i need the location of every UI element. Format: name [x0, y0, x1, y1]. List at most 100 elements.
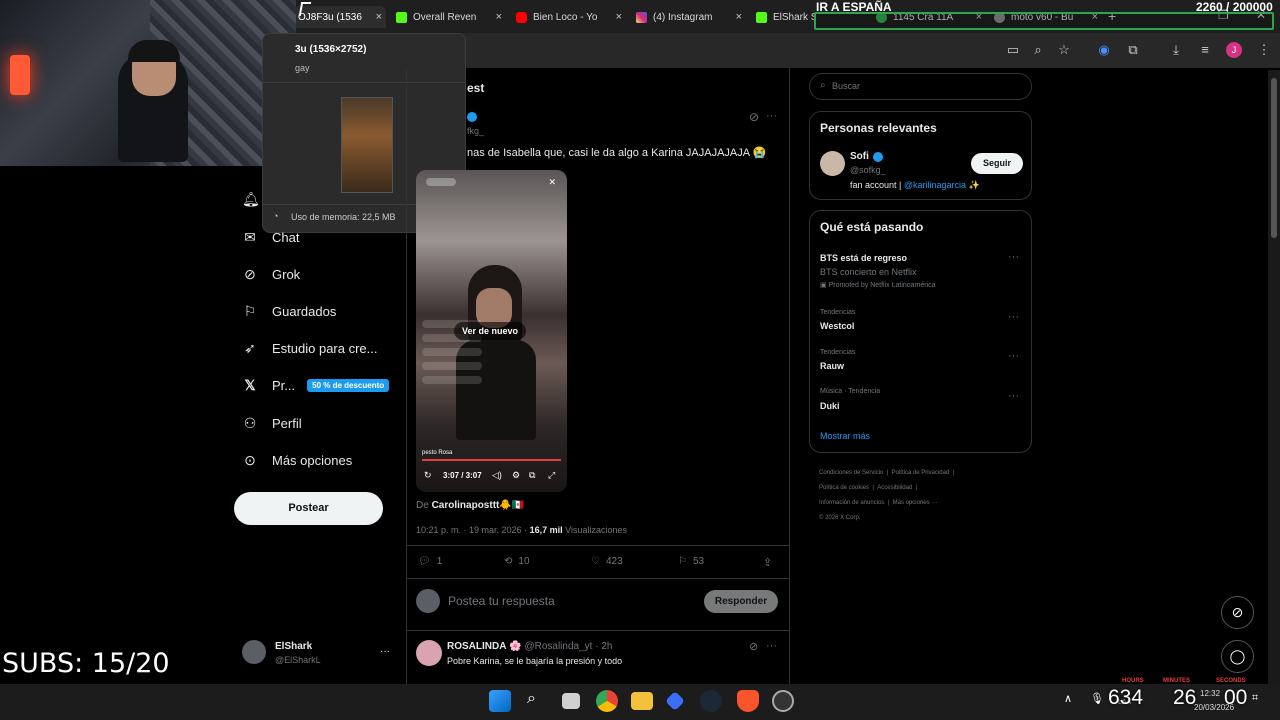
nav-mas-opciones[interactable]: ⊙ Más opciones: [242, 452, 352, 468]
trend-context: Música · Tendencia: [820, 388, 881, 395]
bookmark-icon: ⚐: [678, 556, 687, 567]
trend-name[interactable]: Rauw: [820, 361, 844, 371]
media-icon[interactable]: ≡: [1197, 42, 1213, 58]
menu-icon[interactable]: ⋮: [1256, 42, 1272, 58]
trend-name[interactable]: BTS está de regreso: [820, 253, 907, 263]
avatar[interactable]: [416, 640, 442, 666]
chatgpt-icon[interactable]: [772, 690, 794, 712]
tab-youtube[interactable]: Bien Loco - Yo ×: [516, 6, 626, 28]
volume-icon[interactable]: ◁): [492, 470, 502, 481]
nav-guardados[interactable]: ⚐ Guardados: [242, 303, 337, 319]
nav-estudio[interactable]: ➶ Estudio para cre...: [242, 340, 377, 356]
follow-button[interactable]: Seguir: [971, 153, 1023, 174]
avatar[interactable]: [242, 640, 266, 664]
more-icon[interactable]: ···: [766, 110, 777, 122]
grok-icon[interactable]: ⊘: [749, 110, 759, 124]
account-more-icon[interactable]: ···: [380, 646, 390, 657]
extensions-icon[interactable]: ⧉: [1125, 42, 1141, 58]
settings-icon[interactable]: ⚙: [512, 470, 520, 481]
download-icon[interactable]: ⤓: [1168, 42, 1184, 58]
user-name[interactable]: Sofi: [850, 151, 883, 162]
trend-more-icon[interactable]: ···: [1008, 311, 1019, 323]
tab-label: Bien Loco - Yo: [533, 11, 598, 23]
scrollbar[interactable]: [1268, 70, 1280, 684]
share-icon[interactable]: ⇪: [763, 556, 772, 569]
search-box[interactable]: ⌕ Buscar: [809, 73, 1032, 100]
tab-kick-revenue[interactable]: Overall Reven ×: [396, 6, 506, 28]
tab-kick-stream[interactable]: ElShark Strea: [756, 6, 816, 28]
footer-link[interactable]: Política de cookies: [819, 485, 869, 491]
source-link[interactable]: Carolinaposttt: [432, 500, 500, 511]
grok-float-icon[interactable]: ⊘: [1221, 596, 1254, 629]
replay-icon[interactable]: ↻: [424, 470, 432, 481]
search-input[interactable]: Buscar: [832, 81, 860, 91]
steam-icon[interactable]: [700, 690, 722, 712]
search-icon: ⌕: [820, 80, 826, 91]
avatar: [416, 589, 440, 613]
trend-name[interactable]: Westcol: [820, 321, 854, 331]
footer-link[interactable]: Información de anuncios: [819, 500, 884, 506]
trend-name[interactable]: Duki: [820, 401, 840, 411]
task-view-icon[interactable]: [562, 693, 580, 709]
star-icon[interactable]: ☆: [1056, 42, 1072, 58]
timer-label-minutes: MINUTES: [1163, 678, 1190, 684]
grok-icon[interactable]: ⊘: [749, 640, 758, 653]
tab-instagram[interactable]: (4) Instagram ×: [636, 6, 746, 28]
copyright: © 2026 X Corp.: [819, 515, 861, 521]
avatar[interactable]: [820, 151, 845, 176]
show-more-link[interactable]: Mostrar más: [820, 431, 870, 441]
like-action[interactable]: ♡ 423: [591, 556, 623, 567]
notification-icon[interactable]: ⌗: [1252, 692, 1258, 705]
user-handle: @sofkg_: [850, 165, 886, 175]
mic-icon[interactable]: 🎙︎: [1090, 692, 1104, 705]
trend-more-icon[interactable]: ···: [1008, 350, 1019, 362]
clock-time[interactable]: 12:32: [1200, 689, 1220, 698]
pip-icon[interactable]: ⧉: [529, 470, 535, 481]
windows-start-icon[interactable]: [489, 690, 511, 712]
footer-link[interactable]: Más opciones ···: [893, 500, 938, 506]
repost-action[interactable]: ⟲ 10: [504, 556, 530, 567]
bookmark-action[interactable]: ⚐ 53: [678, 556, 704, 567]
more-icon[interactable]: ···: [766, 640, 777, 652]
trend-more-icon[interactable]: ···: [1008, 251, 1019, 263]
video-player[interactable]: ✕ Ver de nuevo pesto Rosa ↻ 3:07 / 3:07 …: [416, 170, 567, 492]
nav-grok[interactable]: ⊘ Grok: [242, 266, 300, 282]
fullscreen-icon[interactable]: ⤢: [548, 470, 555, 481]
nav-premium[interactable]: 𝕏 Pr... 50 % de descuento: [242, 377, 390, 393]
screen-share-icon[interactable]: ▭: [1005, 42, 1021, 58]
nav-perfil[interactable]: ⚇ Perfil: [242, 415, 302, 431]
reply-input[interactable]: Postea tu respuesta: [448, 594, 555, 608]
footer-link[interactable]: Accesibilidad: [877, 485, 912, 491]
bio-link[interactable]: @karilinagarcia: [904, 180, 966, 190]
nav-label: Perfil: [272, 415, 302, 431]
messages-float-icon[interactable]: ◯: [1221, 640, 1254, 673]
zoom-icon[interactable]: ⌕: [1030, 42, 1046, 58]
replay-button[interactable]: Ver de nuevo: [454, 322, 527, 340]
reply-action[interactable]: 💬︎ 1: [418, 556, 442, 567]
nav-chat[interactable]: ✉ Chat: [242, 229, 299, 245]
search-icon[interactable]: ⌕: [527, 690, 536, 708]
close-icon[interactable]: ×: [492, 11, 506, 23]
post-button[interactable]: Postear: [234, 492, 383, 525]
brave-icon[interactable]: [737, 690, 759, 712]
profile-avatar[interactable]: J: [1226, 42, 1242, 58]
footer-link[interactable]: Condiciones de Servicio: [819, 470, 883, 476]
close-icon[interactable]: ×: [372, 11, 386, 23]
reply-name[interactable]: ROSALINDA: [447, 641, 506, 652]
trend-sub: BTS concierto en Netflix: [820, 267, 917, 277]
broadcast-icon[interactable]: ◉: [1096, 42, 1112, 58]
close-icon[interactable]: ×: [612, 11, 626, 23]
chevron-up-icon[interactable]: ∧: [1064, 692, 1072, 705]
page-title: est: [467, 81, 485, 95]
close-icon[interactable]: ×: [732, 11, 746, 23]
scrollbar-thumb[interactable]: [1271, 78, 1277, 238]
footer-link[interactable]: Política de Privacidad: [892, 470, 950, 476]
bell-icon[interactable]: 🔔︎: [242, 191, 260, 208]
video-progress[interactable]: [422, 459, 561, 461]
kick-icon: [756, 11, 767, 23]
person-icon: ⚇: [243, 415, 257, 431]
folder-icon[interactable]: [631, 692, 653, 710]
trend-more-icon[interactable]: ···: [1008, 390, 1019, 402]
reply-button[interactable]: Responder: [704, 590, 778, 613]
chrome-icon[interactable]: [596, 690, 618, 712]
